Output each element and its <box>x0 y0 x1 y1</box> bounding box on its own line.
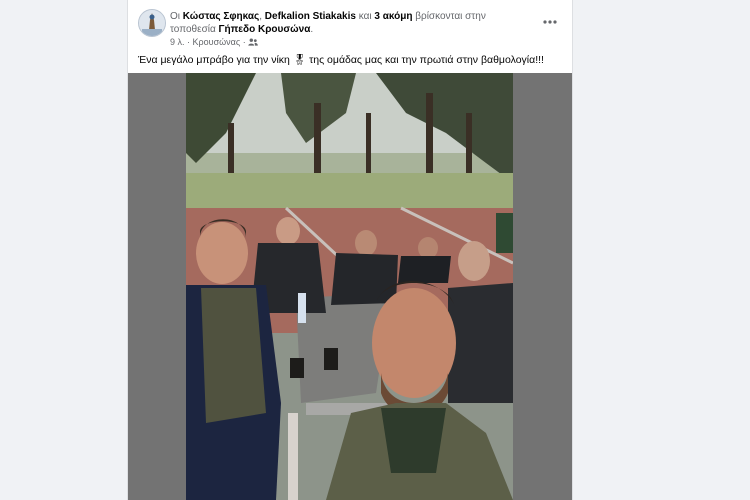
header-prefix: Οι <box>170 11 180 22</box>
post-meta: 9 λ. · Κρουσώνας · <box>170 37 259 47</box>
facebook-post: Οι Κώστας Σφηκας, Defkalion Stiakakis κα… <box>127 0 573 500</box>
header-and: και <box>358 11 372 22</box>
tagged-person-link[interactable]: Κώστας Σφηκας <box>183 11 259 22</box>
post-header-text: Οι Κώστας Σφηκας, Defkalion Stiakakis κα… <box>170 10 530 36</box>
post-caption: Ένα μεγάλο μπράβο για την νίκη 🎖 της ομά… <box>138 53 562 66</box>
tagged-person-link[interactable]: Defkalion Stiakakis <box>265 11 356 22</box>
place-link[interactable]: Γήπεδο Κρουσώνα <box>219 24 311 35</box>
more-options-icon[interactable] <box>542 12 558 28</box>
location-link[interactable]: Κρουσώνας <box>193 37 241 47</box>
selfie-photo <box>186 73 513 500</box>
header-separator: , <box>259 11 263 22</box>
caption-text: Ένα μεγάλο μπράβο για την νίκη <box>138 54 290 66</box>
others-link[interactable]: 3 ακόμη <box>374 11 412 22</box>
caption-text: της ομάδας μας και την πρωτιά στην βαθμο… <box>309 54 544 66</box>
timestamp-link[interactable]: 9 λ. <box>170 37 185 47</box>
post-media[interactable] <box>128 73 572 500</box>
meta-dot: · <box>187 37 191 47</box>
friends-icon[interactable] <box>248 38 259 46</box>
medal-emoji: 🎖 <box>292 54 307 66</box>
meta-dot: · <box>242 37 246 47</box>
avatar-image <box>139 10 165 36</box>
post-header: Οι Κώστας Σφηκας, Defkalion Stiakakis κα… <box>128 0 572 50</box>
post-photo[interactable] <box>186 73 513 500</box>
header-period: . <box>310 24 314 35</box>
avatar[interactable] <box>138 9 166 37</box>
